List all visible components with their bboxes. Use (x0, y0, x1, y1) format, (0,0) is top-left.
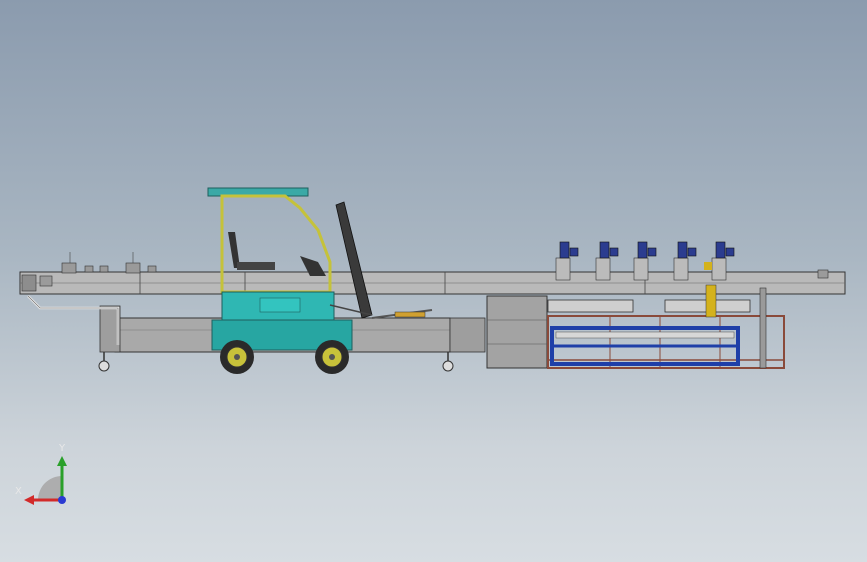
y-axis-label: Y (59, 443, 66, 454)
cad-viewport[interactable]: Y X (0, 0, 867, 562)
coordinate-triad-icon (24, 456, 67, 505)
x-axis-label: X (15, 486, 22, 497)
